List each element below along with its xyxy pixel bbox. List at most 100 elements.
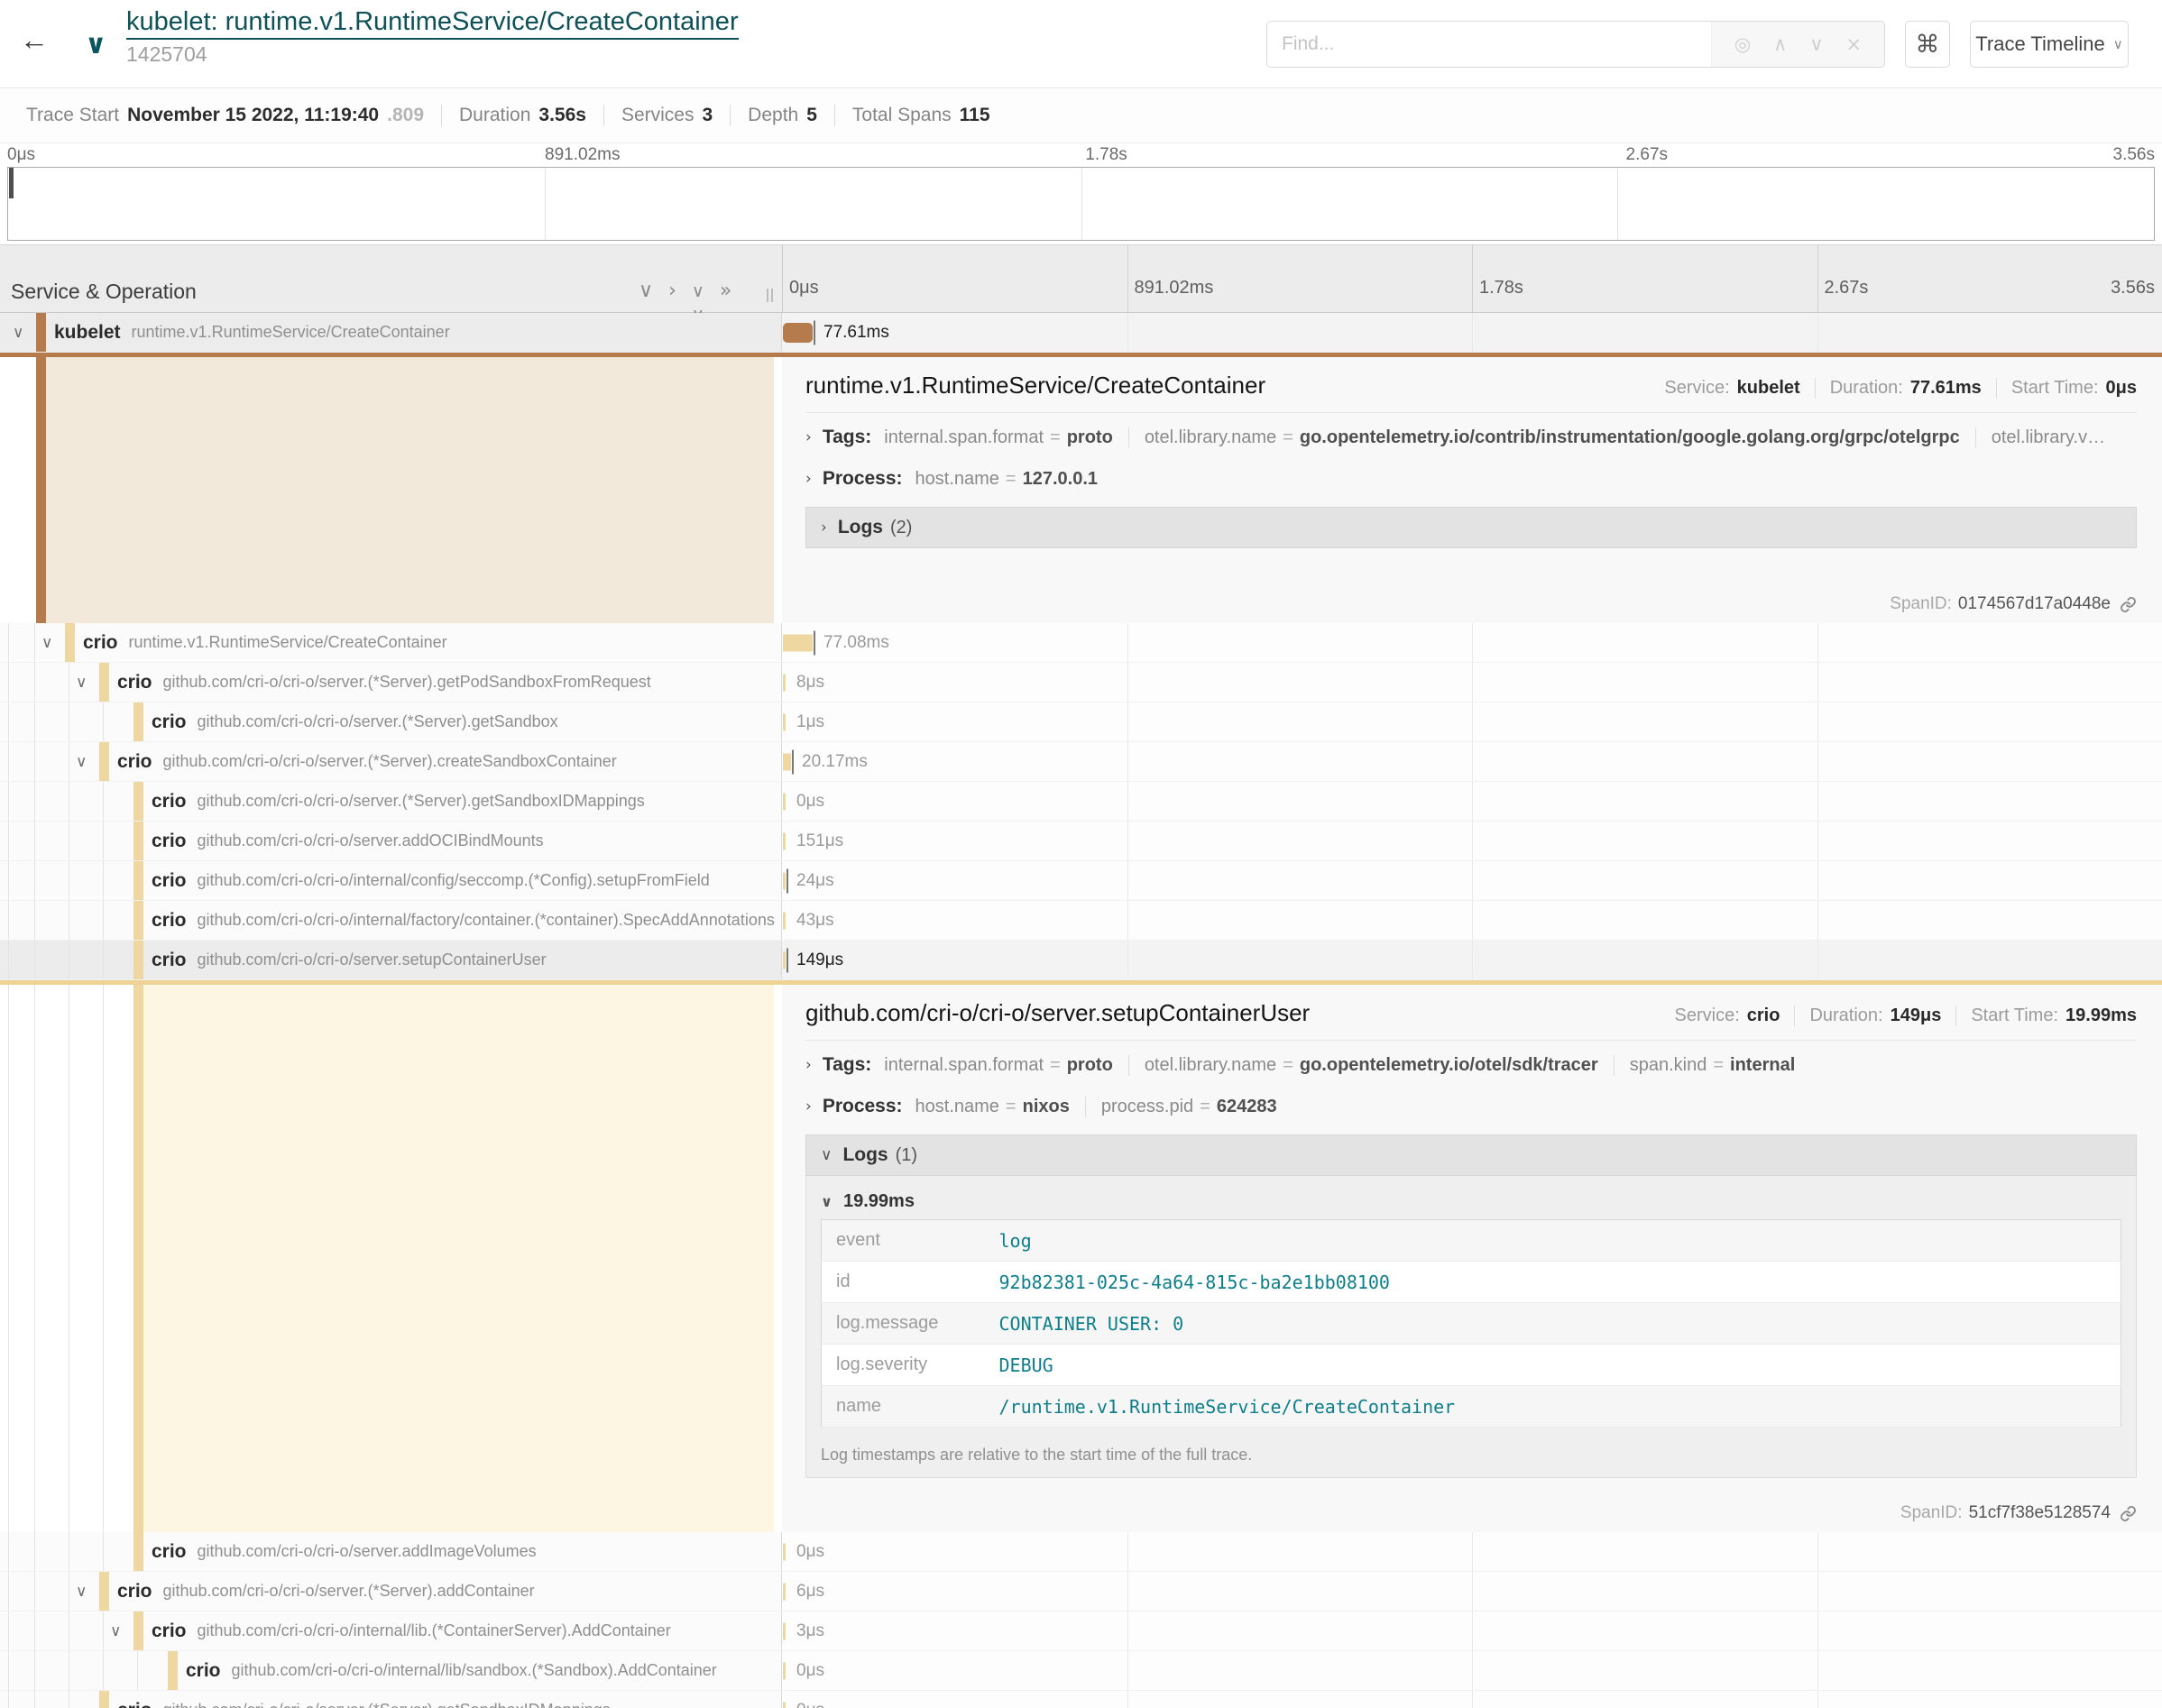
log-field-key: name [822, 1386, 998, 1428]
span-boundary-marker [792, 749, 794, 774]
find-input[interactable] [1267, 22, 1711, 67]
row-gridline [1472, 1691, 1473, 1708]
span-duration-bar[interactable] [783, 832, 786, 849]
process-row[interactable]: › Process: host.name=127.0.0.1 [805, 458, 2137, 500]
row-gridline [1127, 1532, 1128, 1571]
view-selector-label: Trace Timeline [1975, 32, 2104, 56]
minimap-tick: 3.56s [2113, 145, 2155, 165]
span-service-name: crio [152, 1541, 187, 1563]
span-duration-bar[interactable] [783, 1622, 786, 1639]
span-row[interactable]: criogithub.com/cri-o/cri-o/server.(*Serv… [0, 1691, 2162, 1708]
keyboard-shortcuts-button[interactable]: ⌘ [1905, 21, 1950, 68]
row-gridline [1817, 941, 1818, 979]
timeline-column-header: Service & Operation ∨ › ∨∨ » 0μs 891.02m… [0, 244, 2162, 313]
trace-timeline-page: ← ∨ kubelet: runtime.v1.RuntimeService/C… [0, 0, 2162, 1708]
minimap-drag-handle[interactable] [9, 168, 14, 198]
process-item: process.pid=624283 [1085, 1097, 1277, 1117]
span-duration-bar[interactable] [783, 634, 813, 651]
span-row[interactable]: criogithub.com/cri-o/cri-o/server.addIma… [0, 1532, 2162, 1572]
span-operation-name: github.com/cri-o/cri-o/internal/config/s… [198, 871, 710, 890]
span-duration-bar[interactable] [783, 1662, 786, 1679]
minimap-canvas[interactable] [7, 167, 2155, 241]
collapse-children-icon[interactable]: ∨ [110, 1622, 121, 1640]
span-id-row: SpanID:51cf7f38e5128574 [1900, 1503, 2137, 1523]
span-duration-bar[interactable] [783, 951, 786, 969]
tree-indent-guide [103, 822, 104, 860]
span-service-name: crio [83, 632, 118, 654]
span-row[interactable]: criogithub.com/cri-o/cri-o/server.(*Serv… [0, 782, 2162, 822]
span-row[interactable]: ∨criogithub.com/cri-o/cri-o/server.(*Ser… [0, 742, 2162, 782]
prev-match-icon[interactable]: ∧ [1773, 33, 1787, 55]
process-row[interactable]: › Process: host.name=nixosprocess.pid=62… [805, 1086, 2137, 1127]
span-service-name: crio [152, 1621, 187, 1642]
view-selector-button[interactable]: Trace Timeline ∨ [1970, 21, 2129, 68]
span-duration-bar[interactable] [783, 713, 786, 730]
copy-link-icon[interactable] [2120, 1505, 2137, 1522]
span-row[interactable]: criogithub.com/cri-o/cri-o/server.(*Serv… [0, 702, 2162, 742]
next-match-icon[interactable]: ∨ [1809, 33, 1823, 55]
tag-item: internal.span.format=proto [884, 427, 1113, 448]
span-row[interactable]: criogithub.com/cri-o/cri-o/internal/lib/… [0, 1651, 2162, 1691]
row-gridline [1127, 1691, 1128, 1708]
span-detail-card: runtime.v1.RuntimeService/CreateContaine… [782, 357, 2162, 623]
span-operation-name: github.com/cri-o/cri-o/internal/lib/sand… [232, 1661, 717, 1680]
span-duration-bar[interactable] [783, 912, 786, 929]
span-duration-label: 8μs [796, 673, 824, 693]
logs-accordion[interactable]: › Logs (2) [805, 507, 2137, 548]
locate-icon[interactable]: ◎ [1734, 33, 1751, 55]
tree-indent-guide [8, 941, 9, 979]
span-row[interactable]: ∨criogithub.com/cri-o/cri-o/server.(*Ser… [0, 1572, 2162, 1612]
row-gridline [1472, 742, 1473, 781]
logs-accordion-open[interactable]: ∨ Logs (1) [805, 1134, 2137, 1176]
service-color-bar [99, 1691, 109, 1708]
top-bar: ← ∨ kubelet: runtime.v1.RuntimeService/C… [0, 0, 2162, 88]
clear-find-icon[interactable]: × [1846, 33, 1863, 55]
trace-title-link[interactable]: kubelet: runtime.v1.RuntimeService/Creat… [126, 5, 739, 40]
span-row[interactable]: criogithub.com/cri-o/cri-o/server.addOCI… [0, 822, 2162, 861]
span-row[interactable]: ∨kubeletruntime.v1.RuntimeService/Create… [0, 313, 2162, 353]
tree-indent-guide [103, 901, 104, 940]
span-duration-bar[interactable] [783, 753, 791, 770]
detail-title: runtime.v1.RuntimeService/CreateContaine… [805, 372, 1664, 399]
tree-indent-guide [34, 1532, 35, 1571]
row-gridline [1127, 822, 1128, 860]
span-row[interactable]: criogithub.com/cri-o/cri-o/server.setupC… [0, 941, 2162, 980]
collapse-children-icon[interactable]: ∨ [76, 674, 87, 692]
row-gridline [1817, 1691, 1818, 1708]
span-row[interactable]: ∨criogithub.com/cri-o/cri-o/server.(*Ser… [0, 663, 2162, 702]
collapse-children-icon[interactable]: ∨ [13, 324, 23, 342]
log-fields-table: event log id 92b82381-025c-4a64-815c-ba2… [821, 1219, 2121, 1428]
span-row[interactable]: criogithub.com/cri-o/cri-o/internal/conf… [0, 861, 2162, 901]
tree-indent-guide [8, 702, 9, 741]
span-row[interactable]: criogithub.com/cri-o/cri-o/internal/fact… [0, 901, 2162, 941]
span-duration-bar[interactable] [783, 1702, 786, 1708]
tags-row[interactable]: › Tags: internal.span.format=protootel.l… [805, 417, 2137, 458]
row-gridline [1127, 742, 1128, 781]
copy-link-icon[interactable] [2120, 596, 2137, 613]
collapse-trace-icon[interactable]: ∨ [85, 29, 106, 60]
collapse-children-icon[interactable]: ∨ [76, 753, 87, 771]
row-gridline [1817, 1572, 1818, 1611]
collapse-children-icon[interactable]: ∨ [76, 1583, 87, 1601]
span-duration-bar[interactable] [783, 872, 786, 889]
span-duration-bar[interactable] [783, 793, 786, 810]
span-duration-bar[interactable] [783, 1583, 786, 1600]
summary-item: Depth5 [730, 105, 834, 126]
span-duration-bar[interactable] [783, 674, 786, 691]
chevron-right-icon: › [805, 428, 812, 446]
tags-row[interactable]: › Tags: internal.span.format=protootel.l… [805, 1044, 2137, 1086]
service-color-bar [99, 663, 109, 702]
span-duration-bar[interactable] [783, 1543, 786, 1560]
back-arrow-icon[interactable]: ← [20, 23, 49, 57]
log-entry-header[interactable]: ∨ 19.99ms [821, 1183, 2121, 1219]
span-row[interactable]: ∨criogithub.com/cri-o/cri-o/internal/lib… [0, 1612, 2162, 1651]
collapse-children-icon[interactable]: ∨ [41, 634, 52, 652]
span-operation-name: runtime.v1.RuntimeService/CreateContaine… [132, 323, 450, 342]
column-resize-handle[interactable] [767, 289, 773, 302]
span-detail-card: github.com/cri-o/cri-o/server.setupConta… [782, 985, 2162, 1532]
span-rows: ∨kubeletruntime.v1.RuntimeService/Create… [0, 313, 2162, 1708]
span-row[interactable]: ∨crioruntime.v1.RuntimeService/CreateCon… [0, 623, 2162, 663]
span-duration-bar[interactable] [783, 323, 813, 343]
tree-indent-guide [34, 663, 35, 702]
tree-indent-guide [8, 901, 9, 940]
